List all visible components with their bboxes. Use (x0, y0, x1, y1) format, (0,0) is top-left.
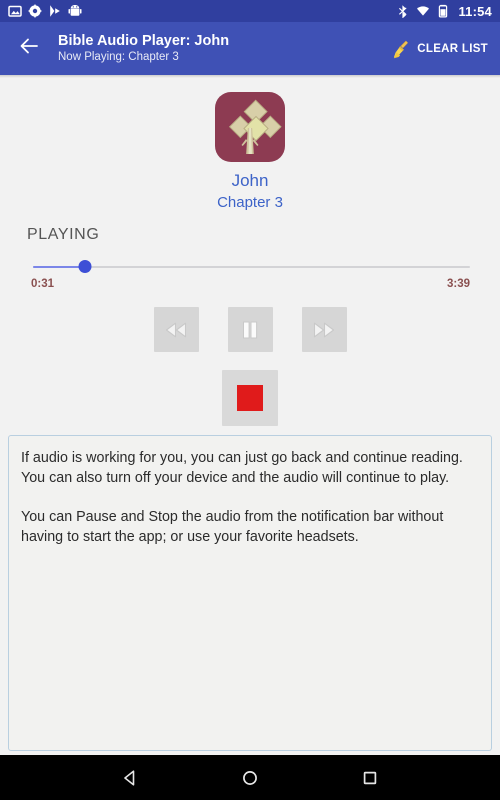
status-bar-system: 11:54 (396, 4, 492, 19)
app-bar: Bible Audio Player: John Now Playing: Ch… (0, 22, 500, 75)
track-title[interactable]: John (0, 171, 500, 191)
transport-controls (0, 307, 500, 352)
seek-bar-fill (33, 266, 86, 268)
info-paragraph-1: If audio is working for you, you can jus… (21, 450, 463, 486)
clear-list-button[interactable]: CLEAR LIST (390, 35, 490, 63)
stop-button[interactable] (222, 370, 278, 426)
rewind-button[interactable] (153, 307, 199, 352)
pause-button[interactable] (227, 307, 273, 352)
time-row: 0:31 3:39 (31, 278, 470, 290)
back-button[interactable] (14, 34, 44, 64)
battery-icon (436, 4, 450, 18)
album-art-container (0, 92, 500, 162)
seek-bar[interactable] (33, 260, 470, 274)
seek-bar-thumb[interactable] (78, 260, 92, 273)
recents-square-icon (361, 769, 379, 787)
stop-square-icon (237, 385, 263, 411)
elapsed-time: 0:31 (31, 278, 55, 290)
pause-icon (240, 320, 260, 340)
page-title: Bible Audio Player: John (58, 32, 230, 49)
nav-back-button[interactable] (110, 758, 150, 798)
bluetooth-icon (396, 4, 410, 18)
status-bar-notifications (8, 4, 396, 18)
nav-recents-button[interactable] (350, 758, 390, 798)
back-triangle-icon (121, 769, 139, 787)
status-bar: 11:54 (0, 0, 500, 22)
android-robot-icon (68, 4, 82, 18)
play-store-icon (48, 4, 62, 18)
android-nav-bar (0, 755, 500, 800)
page-subtitle: Now Playing: Chapter 3 (58, 50, 179, 63)
back-arrow-icon (18, 35, 40, 62)
track-subtitle[interactable]: Chapter 3 (0, 193, 500, 212)
screenshot-icon (8, 4, 22, 18)
playback-state-label: PLAYING (27, 226, 100, 243)
nav-home-button[interactable] (230, 758, 270, 798)
clear-list-label: CLEAR LIST (417, 42, 488, 55)
phone-screen: 11:54 Bible Audio Player: John Now Playi… (0, 0, 500, 800)
total-time: 3:39 (446, 278, 470, 290)
plus-circle-icon (28, 4, 42, 18)
fast-forward-icon (311, 321, 337, 339)
home-circle-icon (241, 769, 259, 787)
fast-forward-button[interactable] (301, 307, 347, 352)
seek-bar-track[interactable] (33, 266, 470, 268)
bible-cross-art-icon[interactable] (215, 92, 285, 162)
rewind-icon (163, 321, 189, 339)
app-bar-titles: Bible Audio Player: John Now Playing: Ch… (58, 33, 390, 65)
player-content: John Chapter 3 PLAYING 0:31 3:39 If audi… (0, 78, 500, 755)
wifi-icon (416, 4, 430, 18)
status-bar-clock: 11:54 (458, 3, 492, 19)
broom-icon (392, 39, 412, 59)
info-paragraph-2: You can Pause and Stop the audio from th… (21, 509, 444, 545)
info-text-box[interactable]: If audio is working for you, you can jus… (8, 435, 492, 751)
